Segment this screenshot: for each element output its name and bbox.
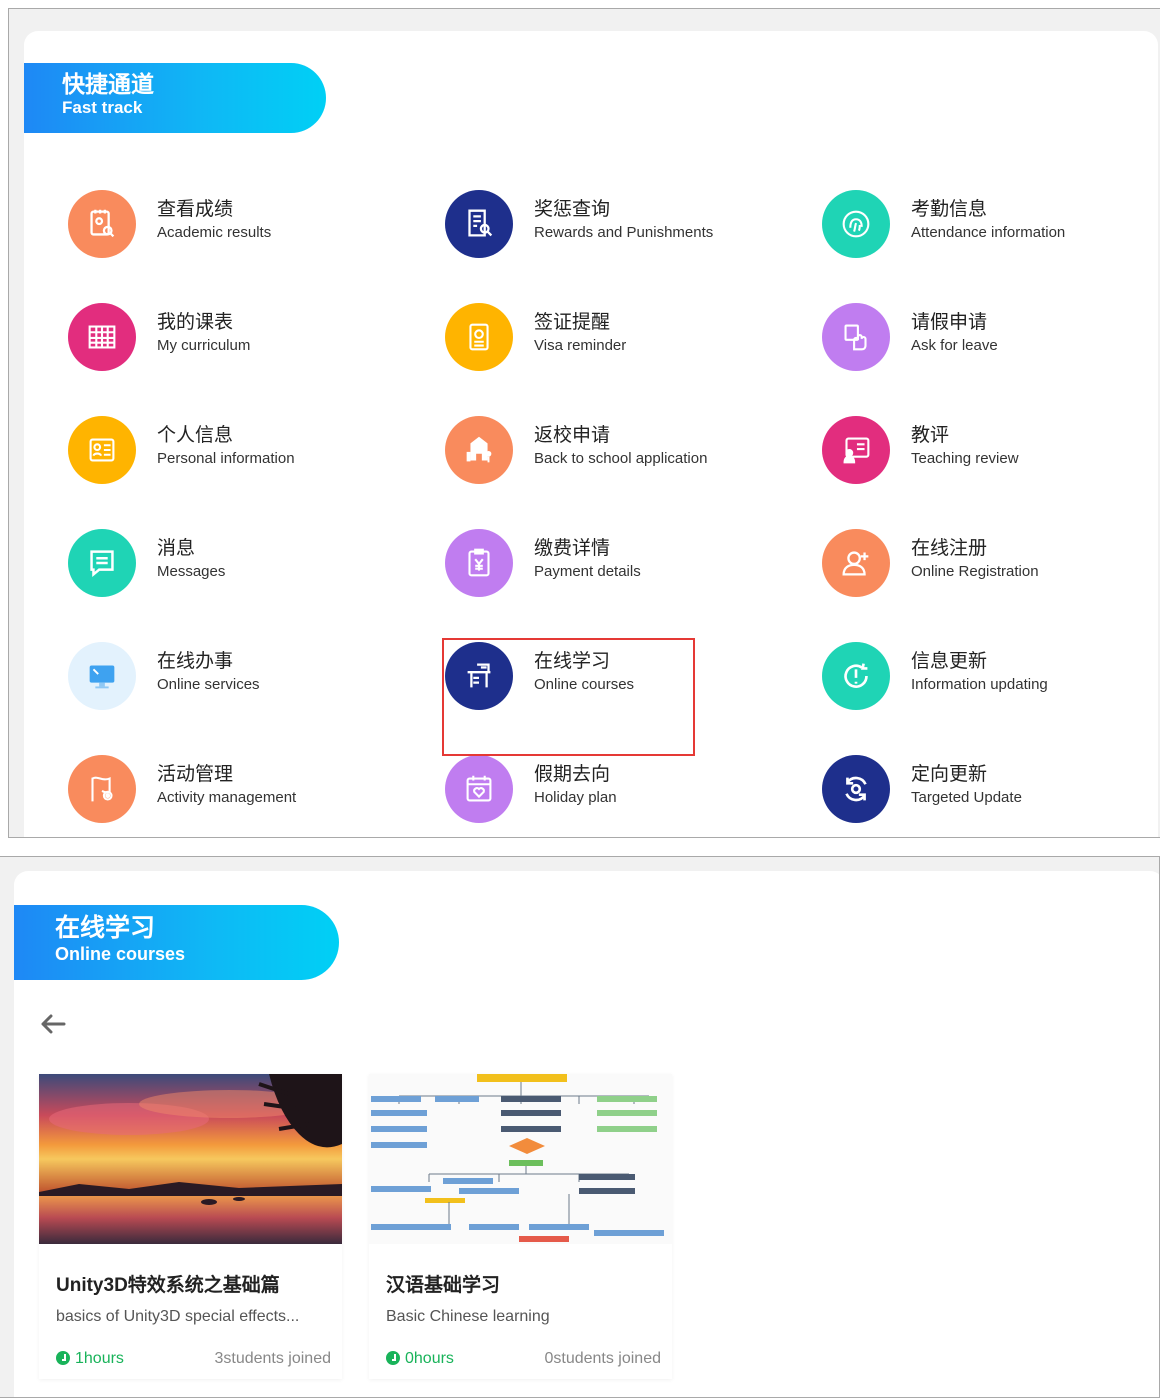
shortcut-label-en: My curriculum — [157, 337, 251, 354]
shortcut-label-en: Online Registration — [911, 563, 1039, 580]
fast-track-card: 快捷通道 Fast track 查看成绩 Academic results 奖惩查… — [24, 31, 1160, 837]
shortcut-label-en: Messages — [157, 563, 226, 580]
online-courses-card: 在线学习 Online courses Unity3D特效系统之基础篇 basi… — [14, 871, 1159, 1397]
course-thumbnail — [369, 1074, 672, 1244]
shortcut-label-cn: 在线注册 — [911, 538, 988, 559]
teacher-board-icon — [822, 416, 890, 484]
course-card[interactable]: 汉语基础学习 Basic Chinese learning 0hours 0st… — [369, 1074, 672, 1379]
document-search-icon — [445, 190, 513, 258]
shortcut-ask-for-leave[interactable]: 请假申请 Ask for leave — [822, 303, 1160, 383]
shortcut-academic-results[interactable]: 查看成绩 Academic results — [68, 190, 408, 270]
fast-track-panel: 快捷通道 Fast track 查看成绩 Academic results 奖惩查… — [8, 8, 1160, 838]
shortcut-label-en: Targeted Update — [911, 789, 1022, 806]
shortcut-label-cn: 返校申请 — [534, 425, 611, 446]
message-icon — [68, 529, 136, 597]
school-building-icon — [445, 416, 513, 484]
shortcut-rewards-punishments[interactable]: 奖惩查询 Rewards and Punishments — [445, 190, 785, 270]
shortcut-label-cn: 奖惩查询 — [534, 199, 611, 220]
shortcut-my-curriculum[interactable]: 我的课表 My curriculum — [68, 303, 408, 383]
shortcut-label-en: Visa reminder — [534, 337, 627, 354]
shortcut-online-services[interactable]: 在线办事 Online services — [68, 642, 408, 722]
calendar-table-icon — [68, 303, 136, 371]
monitor-icon — [68, 642, 136, 710]
calendar-heart-icon — [445, 755, 513, 823]
banner-title-en: Online courses — [55, 944, 186, 964]
course-joined-count: 0students joined — [544, 1350, 661, 1367]
shortcut-targeted-update[interactable]: 定向更新 Targeted Update — [822, 755, 1160, 835]
shortcut-label-cn: 定向更新 — [911, 764, 988, 785]
highlight-box — [442, 638, 695, 756]
banner-title-en: Fast track — [62, 98, 143, 117]
fingerprint-icon — [822, 190, 890, 258]
passport-icon — [445, 303, 513, 371]
shortcut-label-cn: 请假申请 — [911, 312, 988, 333]
shortcut-holiday-plan[interactable]: 假期去向 Holiday plan — [445, 755, 785, 835]
shortcut-label-cn: 我的课表 — [157, 312, 234, 333]
shortcut-label-cn: 查看成绩 — [157, 199, 234, 220]
shortcut-payment-details[interactable]: 缴费详情 Payment details — [445, 529, 785, 609]
shortcut-label-en: Activity management — [157, 789, 297, 806]
course-description: basics of Unity3D special effects... — [56, 1308, 300, 1325]
online-courses-panel: 在线学习 Online courses Unity3D特效系统之基础篇 basi… — [0, 856, 1160, 1398]
course-hours: 1hours — [75, 1350, 124, 1367]
id-card-icon — [68, 416, 136, 484]
course-thumbnail — [39, 1074, 342, 1244]
info-refresh-icon — [822, 642, 890, 710]
shortcut-label-en: Information updating — [911, 676, 1048, 693]
shortcut-information-updating[interactable]: 信息更新 Information updating — [822, 642, 1160, 722]
banner-title-cn: 快捷通道 — [62, 71, 154, 97]
shortcut-label-cn: 教评 — [911, 425, 950, 446]
shortcut-label-cn: 在线办事 — [157, 651, 234, 672]
shortcut-label-en: Back to school application — [534, 450, 708, 467]
shortcut-label-cn: 信息更新 — [911, 651, 988, 672]
shortcut-messages[interactable]: 消息 Messages — [68, 529, 408, 609]
shortcut-visa-reminder[interactable]: 签证提醒 Visa reminder — [445, 303, 785, 383]
course-meta: 1hours 3students joined — [56, 1350, 331, 1368]
shortcut-label-en: Online services — [157, 676, 260, 693]
shortcut-label-cn: 个人信息 — [157, 425, 234, 446]
hand-icon — [822, 303, 890, 371]
shortcut-back-to-school[interactable]: 返校申请 Back to school application — [445, 416, 785, 496]
shortcut-label-en: Ask for leave — [911, 337, 998, 354]
back-arrow-icon[interactable] — [38, 1009, 68, 1039]
sync-icon — [822, 755, 890, 823]
report-search-icon — [68, 190, 136, 258]
clock-icon — [386, 1351, 400, 1365]
shortcut-label-cn: 缴费详情 — [534, 538, 611, 559]
payment-clipboard-icon — [445, 529, 513, 597]
shortcut-label-cn: 签证提醒 — [534, 312, 611, 333]
course-meta: 0hours 0students joined — [386, 1350, 661, 1368]
shortcut-label-en: Rewards and Punishments — [534, 224, 714, 241]
course-title: Unity3D特效系统之基础篇 — [56, 1275, 280, 1296]
banner-title-cn: 在线学习 — [55, 914, 156, 942]
course-title: 汉语基础学习 — [386, 1275, 501, 1296]
shortcut-label-en: Payment details — [534, 563, 641, 580]
course-hours: 0hours — [405, 1350, 454, 1367]
shortcut-personal-information[interactable]: 个人信息 Personal information — [68, 416, 408, 496]
shortcut-label-en: Academic results — [157, 224, 272, 241]
shortcut-activity-management[interactable]: 活动管理 Activity management — [68, 755, 408, 835]
clock-icon — [56, 1351, 70, 1365]
shortcut-label-cn: 假期去向 — [534, 764, 611, 785]
shortcut-label-en: Teaching review — [911, 450, 1019, 467]
add-user-icon — [822, 529, 890, 597]
shortcut-teaching-review[interactable]: 教评 Teaching review — [822, 416, 1160, 496]
course-description: Basic Chinese learning — [386, 1308, 550, 1325]
course-joined-count: 3students joined — [214, 1350, 331, 1367]
course-card[interactable]: Unity3D特效系统之基础篇 basics of Unity3D specia… — [39, 1074, 342, 1379]
shortcut-label-cn: 消息 — [157, 538, 196, 559]
shortcut-label-en: Attendance information — [911, 224, 1066, 241]
fast-track-banner: 快捷通道 Fast track — [24, 63, 326, 133]
shortcut-label-cn: 考勤信息 — [911, 199, 988, 220]
shortcut-label-en: Personal information — [157, 450, 295, 467]
shortcut-attendance[interactable]: 考勤信息 Attendance information — [822, 190, 1160, 270]
online-courses-banner: 在线学习 Online courses — [14, 905, 339, 980]
flag-gear-icon — [68, 755, 136, 823]
shortcut-label-en: Holiday plan — [534, 789, 617, 806]
shortcut-online-registration[interactable]: 在线注册 Online Registration — [822, 529, 1160, 609]
shortcut-label-cn: 活动管理 — [157, 764, 234, 785]
